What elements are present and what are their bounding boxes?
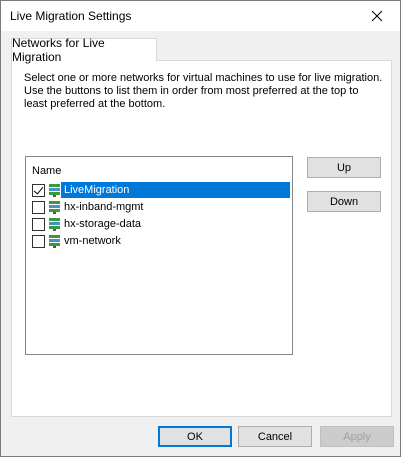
- up-button[interactable]: Up: [307, 157, 381, 178]
- network-list[interactable]: Name LiveMigration hx-inband-mgmt hx-stora…: [25, 156, 293, 355]
- list-item-label: hx-storage-data: [64, 218, 142, 230]
- description-text: Select one or more networks for virtual …: [24, 72, 383, 110]
- list-rows: LiveMigration hx-inband-mgmt hx-storage-da…: [26, 182, 292, 250]
- network-checkbox[interactable]: [32, 184, 45, 197]
- list-item[interactable]: hx-storage-data: [26, 216, 292, 233]
- down-button[interactable]: Down: [307, 191, 381, 212]
- tab-panel: Select one or more networks for virtual …: [11, 60, 392, 417]
- dialog-window: Live Migration Settings Networks for Liv…: [0, 0, 401, 457]
- network-icon: [49, 201, 60, 214]
- apply-button[interactable]: Apply: [320, 426, 394, 447]
- list-item-label: LiveMigration: [64, 184, 130, 196]
- window-title: Live Migration Settings: [10, 9, 132, 23]
- network-icon: [49, 235, 60, 248]
- close-icon: [371, 10, 383, 22]
- network-icon: [49, 184, 60, 197]
- list-item[interactable]: hx-inband-mgmt: [26, 199, 292, 216]
- network-icon: [49, 218, 60, 231]
- tab-networks-for-live-migration[interactable]: Networks for Live Migration: [11, 36, 157, 64]
- network-checkbox[interactable]: [32, 218, 45, 231]
- list-column-header[interactable]: Name: [32, 165, 61, 177]
- title-bar: Live Migration Settings: [1, 1, 400, 31]
- list-item[interactable]: LiveMigration: [26, 182, 292, 199]
- list-item-label: vm-network: [64, 235, 121, 247]
- ok-button[interactable]: OK: [158, 426, 232, 447]
- list-item[interactable]: vm-network: [26, 233, 292, 250]
- network-checkbox[interactable]: [32, 201, 45, 214]
- list-item-label: hx-inband-mgmt: [64, 201, 144, 213]
- network-checkbox[interactable]: [32, 235, 45, 248]
- cancel-button[interactable]: Cancel: [238, 426, 312, 447]
- close-button[interactable]: [354, 1, 400, 31]
